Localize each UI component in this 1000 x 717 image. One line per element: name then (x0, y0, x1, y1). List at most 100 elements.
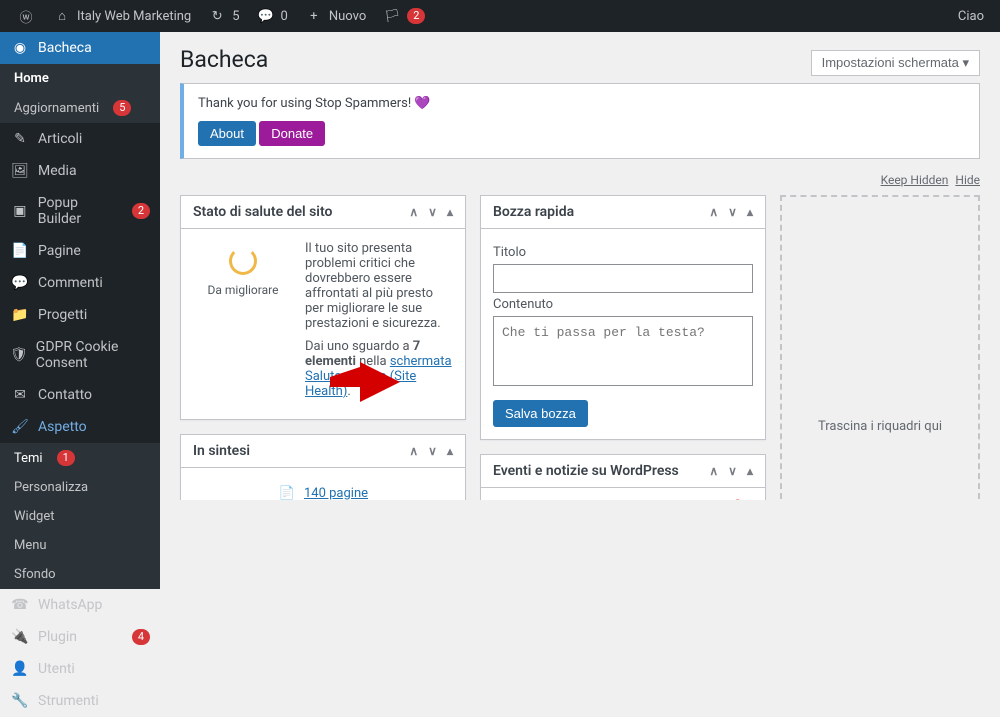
submenu-home[interactable]: Home (0, 64, 160, 93)
quick-draft-box: Bozza rapida ∧ ∨ ▴ Titolo Contenuto Salva … (480, 195, 766, 440)
mail-icon: ✉ (10, 387, 30, 403)
box-toggle-icon[interactable]: ▴ (447, 205, 453, 219)
content-area: Bacheca Impostazioni schermata ▾ Thank y… (160, 32, 1000, 500)
users-icon: 👤 (10, 661, 30, 677)
site-name-label: Italy Web Marketing (77, 9, 191, 24)
dropzone[interactable]: Trascina i riquadri qui (780, 195, 980, 500)
plugin-icon: 🔌 (10, 629, 30, 645)
appearance-icon: 🖌 (10, 419, 30, 435)
greeting[interactable]: Ciao (950, 0, 992, 32)
menu-utenti[interactable]: 👤Utenti (0, 653, 160, 685)
menu-commenti[interactable]: 💬Commenti (0, 267, 160, 299)
pages-icon: 📄 (10, 243, 30, 259)
comments-icon: 💬 (256, 9, 276, 24)
menu-gdpr[interactable]: 🛡GDPR Cookie Consent (0, 331, 160, 379)
comment-icon: 💬 (10, 275, 30, 291)
notif-count: 2 (407, 8, 425, 24)
box-up-icon[interactable]: ∧ (709, 464, 718, 478)
site-health-title: Stato di salute del sito (193, 204, 332, 220)
submenu-agg-label: Aggiornamenti (14, 101, 99, 116)
stop-spammers-notice: Thank you for using Stop Spammers! 💜 Abo… (180, 83, 980, 159)
draft-content-textarea[interactable] (493, 316, 753, 386)
whatsapp-icon: ☎ (10, 597, 30, 613)
projects-icon: 📁 (10, 307, 30, 323)
wp-logo[interactable]: ⓦ (8, 0, 44, 32)
menu-media[interactable]: 🖼Media (0, 155, 160, 187)
dismiss-links: Keep Hidden Hide (180, 173, 980, 187)
keep-hidden-link[interactable]: Keep Hidden (881, 173, 949, 187)
menu-progetti[interactable]: 📁Progetti (0, 299, 160, 331)
box-toggle-icon[interactable]: ▴ (447, 444, 453, 458)
submenu-menu[interactable]: Menu (0, 531, 160, 560)
submenu-aggiornamenti[interactable]: Aggiornamenti 5 (0, 93, 160, 123)
temi-count-badge: 1 (57, 450, 75, 466)
health-spinner-icon (229, 247, 257, 275)
menu-aspetto[interactable]: 🖌Aspetto (0, 411, 160, 443)
box-up-icon[interactable]: ∧ (409, 444, 418, 458)
page-title: Bacheca (180, 46, 268, 73)
site-health-box: Stato di salute del sito ∧ ∨ ▴ Da migliora… (180, 195, 466, 420)
new-label: Nuovo (329, 9, 366, 24)
new-content[interactable]: + Nuovo (296, 0, 374, 32)
dropzone-text: Trascina i riquadri qui (818, 419, 942, 434)
notice-text: Thank you for using Stop Spammers! 💜 (198, 96, 965, 111)
box-down-icon[interactable]: ∨ (428, 205, 437, 219)
draft-title-label: Titolo (493, 245, 753, 260)
donate-button[interactable]: Donate (259, 121, 325, 146)
agg-count-badge: 5 (113, 100, 131, 116)
submenu-temi[interactable]: Temi1 (0, 443, 160, 473)
media-icon: 🖼 (10, 163, 30, 179)
save-draft-button[interactable]: Salva bozza (493, 400, 588, 427)
screen-options-button[interactable]: Impostazioni schermata ▾ (811, 50, 980, 76)
wp-events-box: Eventi e notizie su WordPress ∧∨▴ Partec… (480, 454, 766, 500)
menu-pagine[interactable]: 📄Pagine (0, 235, 160, 267)
menu-contatto[interactable]: ✉Contatto (0, 379, 160, 411)
box-up-icon[interactable]: ∧ (409, 205, 418, 219)
draft-title-input[interactable] (493, 264, 753, 293)
box-toggle-icon[interactable]: ▴ (747, 464, 753, 478)
plugin-count-badge: 4 (132, 629, 150, 645)
health-description: Il tuo sito presenta problemi critici ch… (305, 241, 453, 331)
notif-icon: 🏳 (382, 9, 402, 24)
menu-bacheca[interactable]: ◉ Bacheca (0, 32, 160, 64)
box-down-icon[interactable]: ∨ (728, 205, 737, 219)
menu-bacheca-label: Bacheca (38, 40, 92, 56)
comments-count: 0 (281, 9, 288, 24)
box-toggle-icon[interactable]: ▴ (747, 205, 753, 219)
popup-icon: ▣ (10, 203, 30, 219)
pages-link[interactable]: 140 pagine (304, 486, 368, 500)
draft-content-label: Contenuto (493, 297, 753, 312)
box-down-icon[interactable]: ∨ (728, 464, 737, 478)
dashboard-icon: ◉ (10, 40, 30, 56)
menu-plugin[interactable]: 🔌Plugin4 (0, 621, 160, 653)
menu-articoli[interactable]: ✎Articoli (0, 123, 160, 155)
menu-popup[interactable]: ▣Popup Builder2 (0, 187, 160, 235)
greeting-label: Ciao (958, 9, 984, 24)
comments[interactable]: 💬0 (248, 0, 296, 32)
updates-count: 5 (232, 9, 239, 24)
at-a-glance-title: In sintesi (193, 443, 250, 459)
box-up-icon[interactable]: ∧ (709, 205, 718, 219)
submenu-widget[interactable]: Widget (0, 502, 160, 531)
updates[interactable]: ↻5 (199, 0, 247, 32)
notifications[interactable]: 🏳2 (374, 0, 433, 32)
site-name[interactable]: ⌂Italy Web Marketing (44, 0, 199, 32)
box-down-icon[interactable]: ∨ (428, 444, 437, 458)
submenu-sfondo[interactable]: Sfondo (0, 560, 160, 589)
menu-whatsapp[interactable]: ☎WhatsApp (0, 589, 160, 621)
events-title: Eventi e notizie su WordPress (493, 463, 679, 479)
health-status: Da migliorare (193, 283, 293, 297)
popup-count-badge: 2 (132, 203, 150, 219)
menu-strumenti[interactable]: 🔧Strumenti (0, 685, 160, 717)
tools-icon: 🔧 (10, 693, 30, 709)
hide-link[interactable]: Hide (955, 173, 980, 187)
about-button[interactable]: About (198, 121, 256, 146)
admin-bar: ⓦ ⌂Italy Web Marketing ↻5 💬0 +Nuovo 🏳2 C… (0, 0, 1000, 32)
at-a-glance-box: In sintesi ∧∨▴ 📄140 pagine na Divi Child… (180, 434, 466, 500)
submenu-personalizza[interactable]: Personalizza (0, 473, 160, 502)
plus-icon: + (304, 9, 324, 24)
page-icon: 📄 (278, 486, 296, 500)
pin-icon: ✎ (10, 131, 30, 147)
quick-draft-title: Bozza rapida (493, 204, 574, 220)
updates-icon: ↻ (207, 9, 227, 24)
